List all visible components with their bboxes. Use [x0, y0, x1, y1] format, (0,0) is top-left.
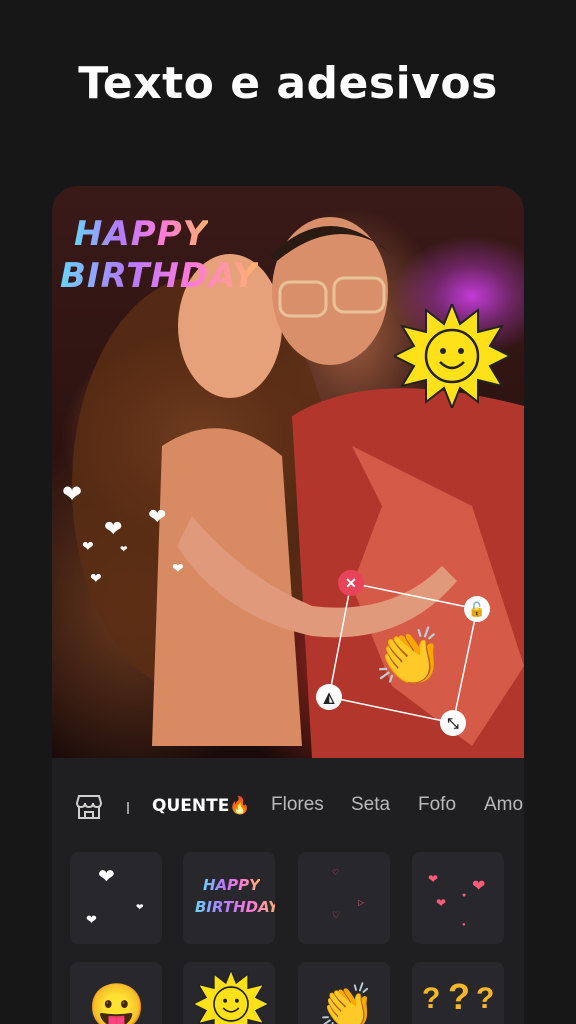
sticker-tile-clap[interactable]: 👏: [298, 962, 390, 1024]
scale-sticker-handle[interactable]: ⤡: [440, 710, 466, 736]
sticker-tile-hearts-white[interactable]: ❤ ❤ ❤: [70, 852, 162, 944]
sticker-tile-pink-hearts[interactable]: ❤ ❤ ❤ ● ●: [412, 852, 504, 944]
heart-icon: ♡: [332, 910, 341, 920]
question-mark-icon: ?: [476, 982, 495, 1015]
heart-icon: ♡: [332, 868, 340, 877]
delete-sticker-button[interactable]: ✕: [338, 570, 364, 596]
heart-icon: ▷: [358, 898, 365, 907]
clapping-hands-icon: 👏: [318, 981, 376, 1024]
sticker-tile-small-hearts[interactable]: ♡ ♡ ▷: [298, 852, 390, 944]
tile-birthday-text: BIRTHDAY: [195, 898, 275, 916]
sticker-tile-happy-birthday[interactable]: HAPPY BIRTHDAY: [183, 852, 275, 944]
heart-icon: ●: [462, 892, 467, 899]
page-title: Texto e adesivos: [78, 58, 498, 109]
sun-icon: [193, 970, 269, 1024]
tab-seta[interactable]: Seta: [351, 794, 390, 816]
question-mark-icon: ?: [422, 982, 441, 1015]
sticker-tile-sun[interactable]: [183, 962, 275, 1024]
preview-card: HAPPY BIRTHDAY ❤ ❤ ❤ ❤ ❤ ❤ ❤ 👏 ✕ 🔓 ◭ ⤡ Q…: [52, 186, 524, 1024]
tongue-face-icon: 😛: [88, 981, 146, 1024]
sticker-tile-emoji-face[interactable]: 😛: [70, 962, 162, 1024]
tab-divider: [127, 802, 129, 814]
clapping-hands-sticker[interactable]: 👏: [374, 624, 444, 690]
heart-icon: ●: [462, 922, 466, 928]
flip-sticker-button[interactable]: ◭: [316, 684, 342, 710]
tile-happy-text: HAPPY: [203, 876, 261, 894]
heart-icon: ❤: [86, 912, 97, 927]
question-mark-icon: ?: [448, 976, 470, 1017]
heart-icon: ❤: [98, 866, 115, 888]
store-icon[interactable]: [74, 794, 104, 820]
sticker-panel: QUENTE🔥 Flores Seta Fofo Amo ❤ ❤ ❤ HAPPY…: [52, 758, 524, 1024]
couple-photo[interactable]: HAPPY BIRTHDAY ❤ ❤ ❤ ❤ ❤ ❤ ❤ 👏 ✕ 🔓 ◭ ⤡: [52, 186, 524, 758]
tab-fofo[interactable]: Fofo: [418, 794, 456, 816]
selection-frame: [328, 582, 478, 724]
heart-icon: ❤: [436, 896, 447, 910]
tab-amo[interactable]: Amo: [484, 794, 523, 816]
sticker-tile-question-marks[interactable]: ? ? ?: [412, 962, 504, 1024]
tab-quente[interactable]: QUENTE🔥: [152, 796, 250, 816]
tab-flores[interactable]: Flores: [271, 794, 324, 816]
heart-icon: ❤: [428, 872, 439, 886]
heart-icon: ❤: [136, 902, 144, 912]
lock-sticker-button[interactable]: 🔓: [464, 596, 490, 622]
heart-icon: ❤: [472, 878, 486, 895]
